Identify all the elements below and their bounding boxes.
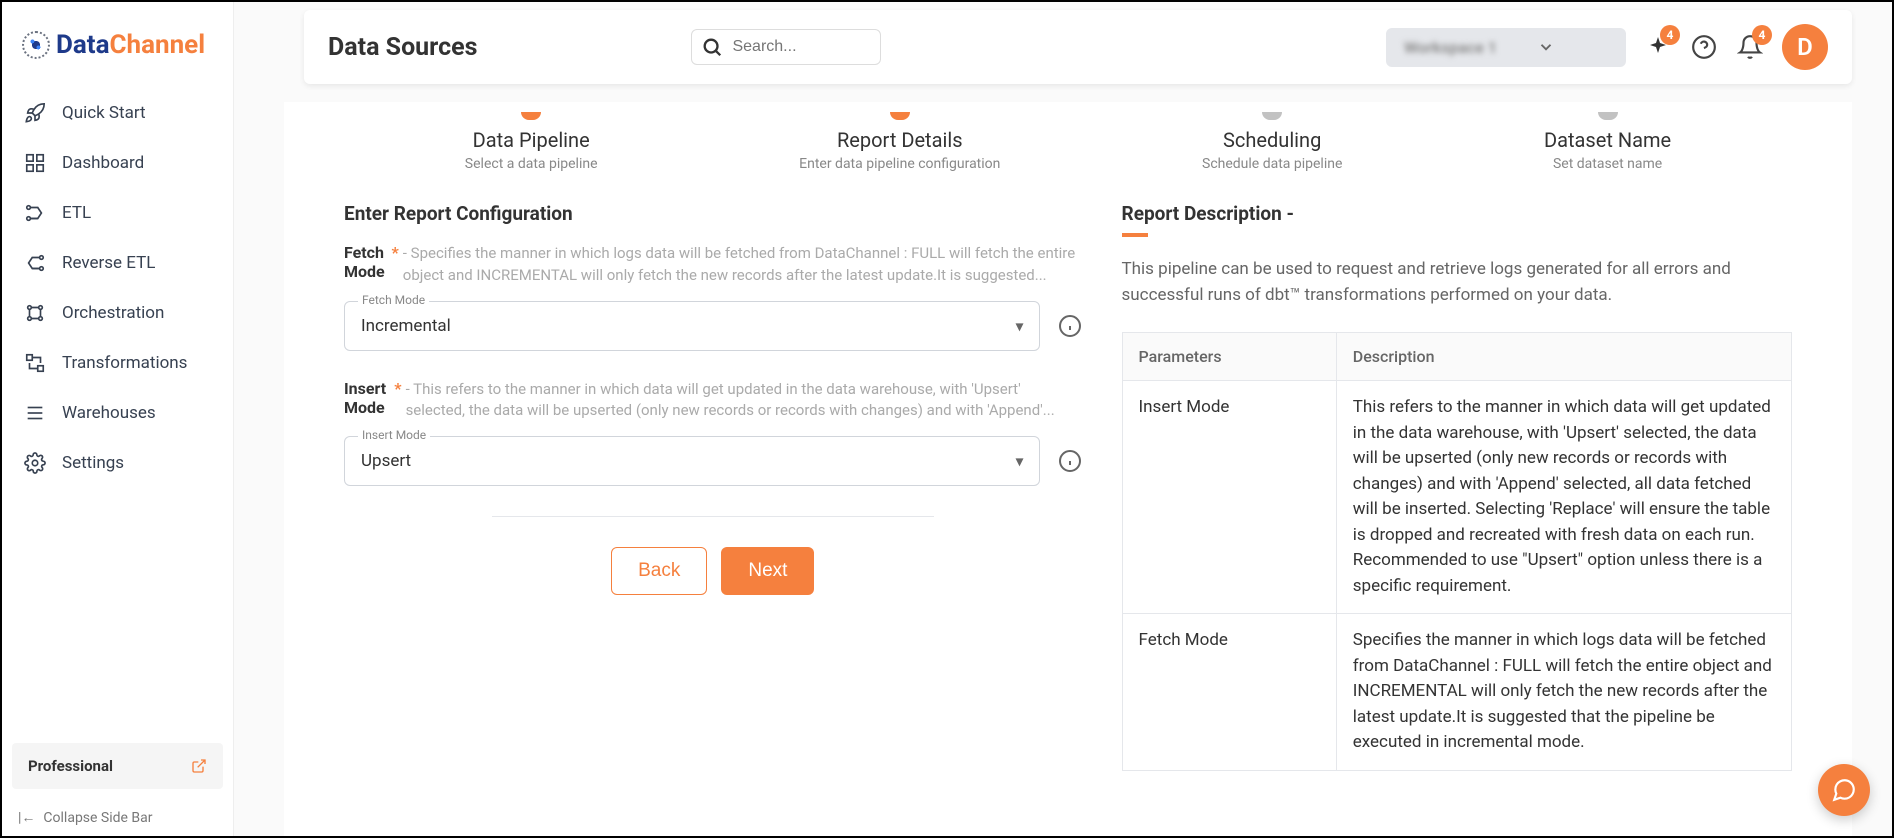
chat-button[interactable] <box>1818 764 1870 816</box>
param-name: Fetch Mode <box>1122 614 1336 771</box>
chevron-down-icon <box>1537 38 1555 56</box>
step-subtitle: Enter data pipeline configuration <box>799 156 1000 172</box>
plan-box[interactable]: Professional <box>12 743 223 789</box>
step-title: Report Details <box>799 128 1000 152</box>
required-marker: * <box>392 243 399 262</box>
orchestration-icon <box>24 302 46 324</box>
sidebar-item-label: Transformations <box>62 353 187 373</box>
collapse-icon: |← <box>18 809 35 826</box>
table-header-param: Parameters <box>1122 333 1336 381</box>
field-insert-mode: Insert Mode* - This refers to the manner… <box>344 379 1082 487</box>
section-title-config: Enter Report Configuration <box>344 202 1082 225</box>
plan-label: Professional <box>28 757 113 775</box>
logo-icon <box>22 31 50 59</box>
required-marker: * <box>394 379 401 398</box>
reverse-etl-icon <box>24 252 46 274</box>
param-desc: This refers to the manner in which data … <box>1336 381 1791 614</box>
info-icon[interactable] <box>1058 314 1082 338</box>
sidebar-item-etl[interactable]: ETL <box>2 188 233 238</box>
table-header-desc: Description <box>1336 333 1791 381</box>
sidebar-item-dashboard[interactable]: Dashboard <box>2 138 233 188</box>
step-title: Scheduling <box>1202 128 1342 152</box>
field-label: Insert Mode <box>344 379 390 417</box>
workspace-selector[interactable]: Workspace 1 <box>1386 28 1626 67</box>
step-dot <box>521 112 541 120</box>
step-subtitle: Set dataset name <box>1544 156 1671 172</box>
step-title: Dataset Name <box>1544 128 1671 152</box>
gear-icon <box>24 452 46 474</box>
next-button[interactable]: Next <box>721 547 814 595</box>
notifications-button[interactable]: 4 <box>1736 33 1764 61</box>
avatar-initial: D <box>1797 33 1813 61</box>
step-data-pipeline[interactable]: Data Pipeline Select a data pipeline <box>465 112 598 172</box>
step-dataset-name[interactable]: Dataset Name Set dataset name <box>1544 112 1671 172</box>
sparkle-button[interactable]: 4 <box>1644 33 1672 61</box>
sidebar-item-transformations[interactable]: Transformations <box>2 338 233 388</box>
warehouses-icon <box>24 402 46 424</box>
help-icon <box>1691 34 1717 60</box>
param-desc: Specifies the manner in which logs data … <box>1336 614 1791 771</box>
sparkle-badge: 4 <box>1660 25 1680 45</box>
sidebar-item-label: Reverse ETL <box>62 253 155 273</box>
sidebar-item-label: Warehouses <box>62 403 156 423</box>
sidebar-item-settings[interactable]: Settings <box>2 438 233 488</box>
table-row: Insert Mode This refers to the manner in… <box>1122 381 1791 614</box>
section-title-description: Report Description - <box>1122 202 1792 225</box>
sidebar: DataChannel Quick Start Dashboard ETL Re… <box>2 2 234 836</box>
logo-text-1: Data <box>56 30 110 60</box>
transformations-icon <box>24 352 46 374</box>
step-dot <box>1598 112 1618 120</box>
notifications-badge: 4 <box>1752 25 1772 45</box>
logo-text-2: Channel <box>110 30 206 60</box>
field-help: - This refers to the manner in which dat… <box>406 379 1082 423</box>
collapse-sidebar[interactable]: |← Collapse Side Bar <box>2 799 233 836</box>
chat-icon <box>1831 777 1857 803</box>
parameters-table: Parameters Description Insert Mode This … <box>1122 332 1792 771</box>
rocket-icon <box>24 102 46 124</box>
field-label: Fetch Mode <box>344 243 388 281</box>
external-link-icon <box>191 758 207 774</box>
sidebar-item-warehouses[interactable]: Warehouses <box>2 388 233 438</box>
accent-bar <box>1122 233 1148 237</box>
sidebar-item-reverse-etl[interactable]: Reverse ETL <box>2 238 233 288</box>
sidebar-item-label: Quick Start <box>62 103 146 123</box>
page-title: Data Sources <box>328 33 477 62</box>
etl-icon <box>24 202 46 224</box>
sidebar-item-label: Orchestration <box>62 303 164 323</box>
step-title: Data Pipeline <box>465 128 598 152</box>
sidebar-item-label: ETL <box>62 203 91 223</box>
float-label: Fetch Mode <box>358 293 429 307</box>
topbar: Data Sources Workspace 1 4 <box>304 10 1852 84</box>
logo[interactable]: DataChannel <box>2 2 233 80</box>
float-label: Insert Mode <box>358 428 430 442</box>
sidebar-item-orchestration[interactable]: Orchestration <box>2 288 233 338</box>
field-help: - Specifies the manner in which logs dat… <box>403 243 1082 287</box>
search-icon <box>701 36 723 58</box>
field-fetch-mode: Fetch Mode* - Specifies the manner in wh… <box>344 243 1082 351</box>
insert-mode-select[interactable]: Upsert <box>344 436 1040 486</box>
info-icon[interactable] <box>1058 449 1082 473</box>
step-dot <box>1262 112 1282 120</box>
step-subtitle: Schedule data pipeline <box>1202 156 1342 172</box>
dashboard-icon <box>24 152 46 174</box>
divider <box>492 516 935 517</box>
avatar[interactable]: D <box>1782 24 1828 70</box>
sidebar-item-quick-start[interactable]: Quick Start <box>2 88 233 138</box>
description-text: This pipeline can be used to request and… <box>1122 257 1792 308</box>
step-subtitle: Select a data pipeline <box>465 156 598 172</box>
table-row: Fetch Mode Specifies the manner in which… <box>1122 614 1791 771</box>
fetch-mode-select[interactable]: Incremental <box>344 301 1040 351</box>
step-report-details[interactable]: Report Details Enter data pipeline confi… <box>799 112 1000 172</box>
param-name: Insert Mode <box>1122 381 1336 614</box>
collapse-label: Collapse Side Bar <box>43 810 152 826</box>
stepper: Data Pipeline Select a data pipeline Rep… <box>284 102 1852 202</box>
help-button[interactable] <box>1690 33 1718 61</box>
sidebar-item-label: Dashboard <box>62 153 144 173</box>
step-dot <box>890 112 910 120</box>
sidebar-item-label: Settings <box>62 453 124 473</box>
back-button[interactable]: Back <box>611 547 707 595</box>
step-scheduling[interactable]: Scheduling Schedule data pipeline <box>1202 112 1342 172</box>
workspace-label: Workspace 1 <box>1404 38 1497 57</box>
